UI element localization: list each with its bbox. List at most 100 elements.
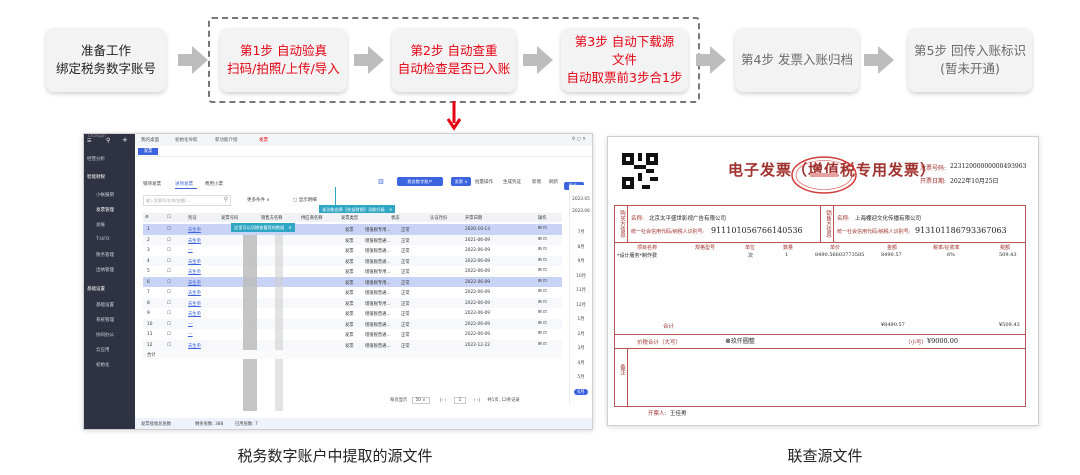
page-input[interactable]: 1: [453, 397, 467, 404]
row-checkbox[interactable]: ☐: [167, 343, 171, 348]
sidebar-item[interactable]: 协同办公: [96, 332, 114, 338]
row-checkbox[interactable]: ☐: [167, 301, 171, 306]
table-row[interactable]: ☐ 5 去生单 发票 增值税专用... 正常 2022-06-09 ⊞ ⊡: [143, 266, 562, 277]
row-action-icons[interactable]: ⊞ ⊡: [538, 268, 547, 273]
sidebar-item[interactable]: 总账: [96, 222, 105, 228]
month-item[interactable]: 1月: [570, 316, 592, 322]
row-checkbox[interactable]: ☐: [167, 332, 171, 337]
sidebar-item[interactable]: 基础设置: [87, 286, 105, 292]
tab-invoice[interactable]: 发票: [259, 137, 268, 143]
voucher-link[interactable]: 去生单: [188, 238, 201, 244]
batch-action-button[interactable]: 批量操作: [475, 179, 493, 185]
table-row[interactable]: ☐ 1 去生单 发票 增值税专用... 正常 2020-10-13 ⊞ ⊡: [143, 224, 562, 235]
sidebar-item[interactable]: 基础设置: [96, 302, 114, 308]
sidebar-item[interactable]: 小帐报销: [96, 192, 114, 198]
row-checkbox[interactable]: ☐: [167, 248, 171, 253]
month-item[interactable]: 5月: [570, 374, 592, 380]
table-row[interactable]: ☐ 8 去生单 发票 增值税专用... 正常 2022-06-09 ⊞ ⊡: [143, 297, 562, 308]
table-row[interactable]: ☐ 7 去生单 发票 增值税普通... 正常 2022-06-09 ⊞ ⊡: [143, 287, 562, 298]
sidebar-item[interactable]: 系统管理: [96, 317, 114, 323]
table-row[interactable]: ☐ 10 --- 发票 增值税普通... 正常 2022-06-09 ⊞ ⊡: [143, 318, 562, 329]
row-action-icons[interactable]: ⊞ ⊡: [538, 237, 547, 242]
row-checkbox[interactable]: ☐: [167, 322, 171, 327]
table-row[interactable]: ☐ 9 去生单 发票 增值税普通... 正常 2022-06-09 ⊞ ⊡: [143, 308, 562, 319]
page-tab[interactable]: 发票: [138, 148, 158, 155]
sidebar-item[interactable]: 发票管理: [96, 207, 114, 213]
voucher-link[interactable]: ---: [188, 322, 193, 327]
sidebar-item[interactable]: 初始化: [96, 362, 110, 368]
tab-new-features[interactable]: 新功能介绍: [215, 137, 238, 143]
period-year[interactable]: 2023.05: [570, 197, 592, 202]
voucher-link[interactable]: ---: [188, 248, 193, 253]
month-item[interactable]: 6月: [574, 388, 588, 395]
table-row[interactable]: ☐ 3 --- 发票 增值税普通... 正常 2022-06-09 ⊞ ⊡: [143, 245, 562, 256]
row-action-icons[interactable]: ⊞ ⊡: [538, 258, 547, 263]
sidebar-item[interactable]: 经营分析: [87, 156, 105, 162]
row-action-icons[interactable]: ⊞ ⊡: [538, 342, 547, 347]
gear-icon[interactable]: ⚙: [145, 215, 149, 220]
tab-init-nav[interactable]: 初始化导航: [175, 137, 198, 143]
row-checkbox[interactable]: ☐: [167, 311, 171, 316]
tab-expense-receipt[interactable]: 费用小票: [205, 181, 223, 187]
sidebar-item[interactable]: 云应用: [96, 347, 110, 353]
sidebar-item[interactable]: T-UFO: [96, 237, 109, 242]
table-row[interactable]: ☐ 11 --- 发票 增值税普通... 正常 2022-06-09 ⊞ ⊡: [143, 329, 562, 340]
row-action-icons[interactable]: ⊞ ⊡: [538, 300, 547, 305]
search-input[interactable]: 输入发票号/名称/金额/… ⚲: [143, 195, 231, 206]
tab-sales-invoice[interactable]: 销项发票: [143, 181, 161, 187]
row-checkbox[interactable]: ☐: [167, 290, 171, 295]
tax-account-button[interactable]: 税务数字账户: [397, 177, 443, 186]
page-nav-icon[interactable]: › ›|: [474, 398, 480, 403]
month-item[interactable]: 12月: [570, 302, 592, 308]
month-item[interactable]: 8月: [570, 244, 592, 250]
month-item[interactable]: 7月: [570, 229, 592, 235]
sidebar-item[interactable]: 智能财税: [87, 174, 105, 180]
month-item[interactable]: 3月: [570, 345, 592, 351]
tab-desktop[interactable]: 我的桌面: [141, 137, 159, 143]
period-year[interactable]: 2023.06: [570, 209, 592, 214]
close-icon[interactable]: ✕: [389, 207, 393, 212]
voucher-link[interactable]: 去生单: [188, 269, 201, 275]
voucher-link[interactable]: 去生单: [188, 343, 201, 349]
refresh-button[interactable]: 刷新: [549, 179, 558, 185]
page-nav-icon[interactable]: |‹ ‹: [440, 398, 446, 403]
tab-purchase-invoice[interactable]: 进项发票: [175, 181, 193, 187]
add-icon[interactable]: +: [122, 136, 128, 144]
sidebar-item[interactable]: 税务管理: [96, 252, 114, 258]
select-all-checkbox[interactable]: ☐: [167, 215, 171, 220]
chart-icon[interactable]: ▥: [378, 178, 384, 185]
row-action-icons[interactable]: ⊞ ⊡: [538, 247, 547, 252]
add-button[interactable]: 新增: [532, 179, 541, 185]
month-item[interactable]: 4月: [570, 360, 592, 366]
voucher-link[interactable]: ---: [188, 332, 193, 337]
generate-voucher-button[interactable]: 生成凭证: [503, 179, 521, 185]
table-row[interactable]: ☐ 6 去生单 发票 增值税专用... 正常 2022-06-09 ⊞ ⊡: [143, 276, 562, 287]
month-item[interactable]: 11月: [570, 287, 592, 293]
close-icon[interactable]: ✕: [288, 225, 292, 230]
month-item[interactable]: 9月: [570, 258, 592, 264]
invoice-dropdown-button[interactable]: 发票 ∨: [451, 177, 471, 186]
voucher-link[interactable]: 去生单: [188, 259, 201, 265]
row-checkbox[interactable]: ☐: [167, 238, 171, 243]
row-action-icons[interactable]: ⊞ ⊡: [538, 321, 547, 326]
show-detail-toggle[interactable]: ▢ 显示明细: [293, 197, 317, 203]
menu-icon[interactable]: ☰: [87, 138, 91, 144]
table-row[interactable]: ☐ 12 去生单 发票 增值税普通... 正常 2022-12-22 ⊞ ⊡: [143, 339, 562, 350]
row-action-icons[interactable]: ⊞ ⊡: [538, 310, 547, 315]
filter-button[interactable]: 更多条件 ∨: [247, 197, 270, 203]
row-checkbox[interactable]: ☐: [167, 227, 171, 232]
per-page-select[interactable]: 50 ∨: [411, 397, 430, 404]
month-item[interactable]: 10月: [570, 273, 592, 279]
search-icon[interactable]: ⚲: [106, 137, 110, 144]
row-action-icons[interactable]: ⊞ ⊡: [538, 331, 547, 336]
month-item[interactable]: 2月: [570, 331, 592, 337]
voucher-link[interactable]: 去生单: [188, 301, 201, 307]
sidebar-item[interactable]: 出纳管理: [96, 267, 114, 273]
table-row[interactable]: ☐ 4 去生单 发票 增值税普通... 正常 2022-06-09 ⊞ ⊡: [143, 255, 562, 266]
voucher-link[interactable]: 去生单: [188, 280, 201, 286]
row-checkbox[interactable]: ☐: [167, 259, 171, 264]
row-action-icons[interactable]: ⊞ ⊡: [538, 289, 547, 294]
table-row[interactable]: ☐ 2 去生单 发票 增值税普通... 正常 2021-06-09 ⊞ ⊡: [143, 234, 562, 245]
row-action-icons[interactable]: ⊞ ⊡: [538, 279, 547, 284]
row-checkbox[interactable]: ☐: [167, 280, 171, 285]
